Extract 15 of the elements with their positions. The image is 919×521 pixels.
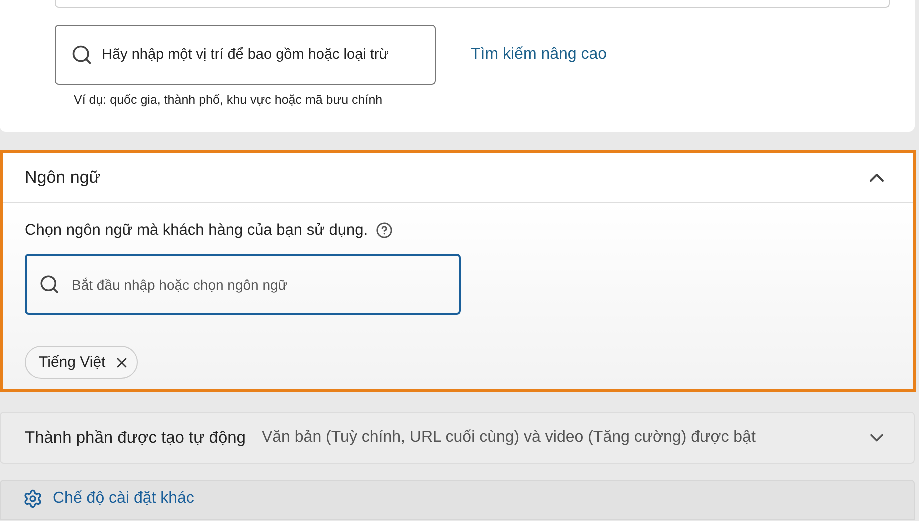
language-chip[interactable]: Tiếng Việt <box>25 346 138 380</box>
advanced-search-link[interactable]: Tìm kiếm nâng cao <box>471 43 608 67</box>
location-search-field[interactable]: Hãy nhập một vị trí để bao gồm hoặc loại trừ <box>55 25 436 85</box>
language-description: Chọn ngôn ngữ mà khách hàng của bạn sử dụng. <box>25 221 368 241</box>
gear-icon <box>23 489 43 509</box>
section-row[interactable]: Thành phần được tạo tự động Văn bản (Tuỳ chính, URL cuối cùng) và video (Tăng cường) được bật <box>0 412 915 464</box>
search-icon <box>71 44 93 66</box>
search-icon <box>39 274 60 296</box>
more-settings-link[interactable]: Chế độ cài đặt khác <box>23 487 194 511</box>
section-title: Thành phần được tạo tự động <box>25 428 246 449</box>
location-hint: Ví dụ: quốc gia, thành phố, khu vực hoặc mã bưu chính <box>74 92 384 109</box>
help-icon[interactable] <box>376 222 394 240</box>
section-summary: Văn bản (Tuỳ chính, URL cuối cùng) và video (Tăng cường) được bật <box>262 428 757 448</box>
section-title: Ngôn ngữ <box>25 166 101 189</box>
language-search-field[interactable]: Bắt đầu nhập hoặc chọn ngôn ngữ <box>25 254 461 316</box>
